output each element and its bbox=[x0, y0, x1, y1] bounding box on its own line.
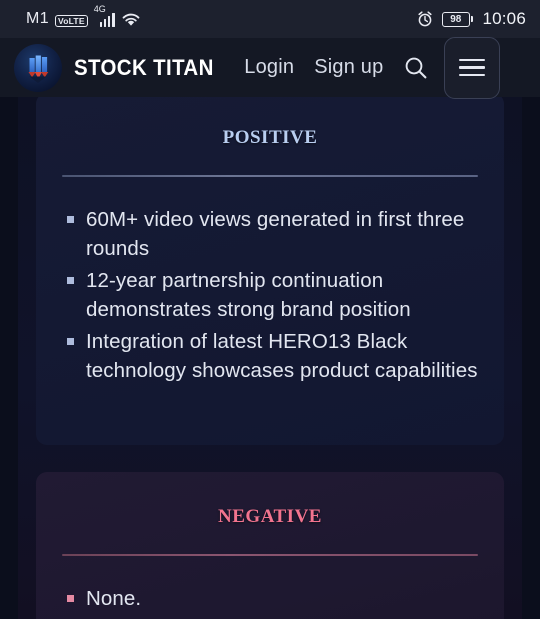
positive-card-title: Positive bbox=[222, 119, 318, 149]
wifi-icon bbox=[121, 12, 141, 27]
header-nav: Login Sign up bbox=[244, 56, 383, 79]
alarm-clock-icon bbox=[417, 11, 433, 27]
positive-card: Positive 60M+ video views generated in f… bbox=[36, 97, 504, 445]
list-item: 60M+ video views generated in first thre… bbox=[62, 205, 478, 263]
list-item: Integration of latest HERO13 Black techn… bbox=[62, 327, 478, 385]
network-type-label: 4G bbox=[93, 4, 106, 14]
cellular-signal-icon: 4G bbox=[94, 4, 115, 27]
battery-indicator: 98 bbox=[441, 11, 474, 27]
battery-percent-label: 98 bbox=[441, 11, 470, 27]
negative-bullet-list: None. bbox=[62, 584, 478, 613]
content-container: Positive 60M+ video views generated in f… bbox=[36, 97, 504, 619]
battery-cap bbox=[470, 16, 474, 22]
page-content: Positive 60M+ video views generated in f… bbox=[0, 97, 540, 619]
stock-titan-logo-icon bbox=[14, 43, 62, 92]
site-header: STOCK TITAN Login Sign up bbox=[0, 36, 540, 99]
volte-badge: VoLTE bbox=[55, 14, 88, 27]
positive-bullet-list: 60M+ video views generated in first thre… bbox=[62, 205, 478, 385]
negative-card: Negative None. bbox=[36, 472, 504, 619]
positive-divider bbox=[62, 175, 478, 177]
clock-label: 10:06 bbox=[482, 9, 526, 28]
list-item: 12-year partnership continuation demonst… bbox=[62, 266, 478, 324]
hamburger-menu-icon[interactable] bbox=[444, 36, 501, 99]
login-link[interactable]: Login bbox=[244, 56, 294, 79]
status-bar-right: 98 10:06 bbox=[417, 9, 526, 29]
brand-name: STOCK TITAN bbox=[74, 54, 214, 80]
negative-card-title: Negative bbox=[218, 498, 322, 528]
search-icon[interactable] bbox=[399, 51, 433, 85]
status-bar: M1 VoLTE 4G 98 10:06 bbox=[0, 0, 540, 38]
negative-divider bbox=[62, 554, 478, 556]
signal-bars-icon bbox=[99, 13, 115, 27]
brand-home-link[interactable]: STOCK TITAN bbox=[14, 43, 224, 92]
status-bar-left: M1 VoLTE 4G bbox=[26, 4, 141, 27]
carrier-label: M1 bbox=[26, 10, 50, 27]
signup-link[interactable]: Sign up bbox=[314, 56, 383, 79]
list-item: None. bbox=[62, 584, 478, 613]
